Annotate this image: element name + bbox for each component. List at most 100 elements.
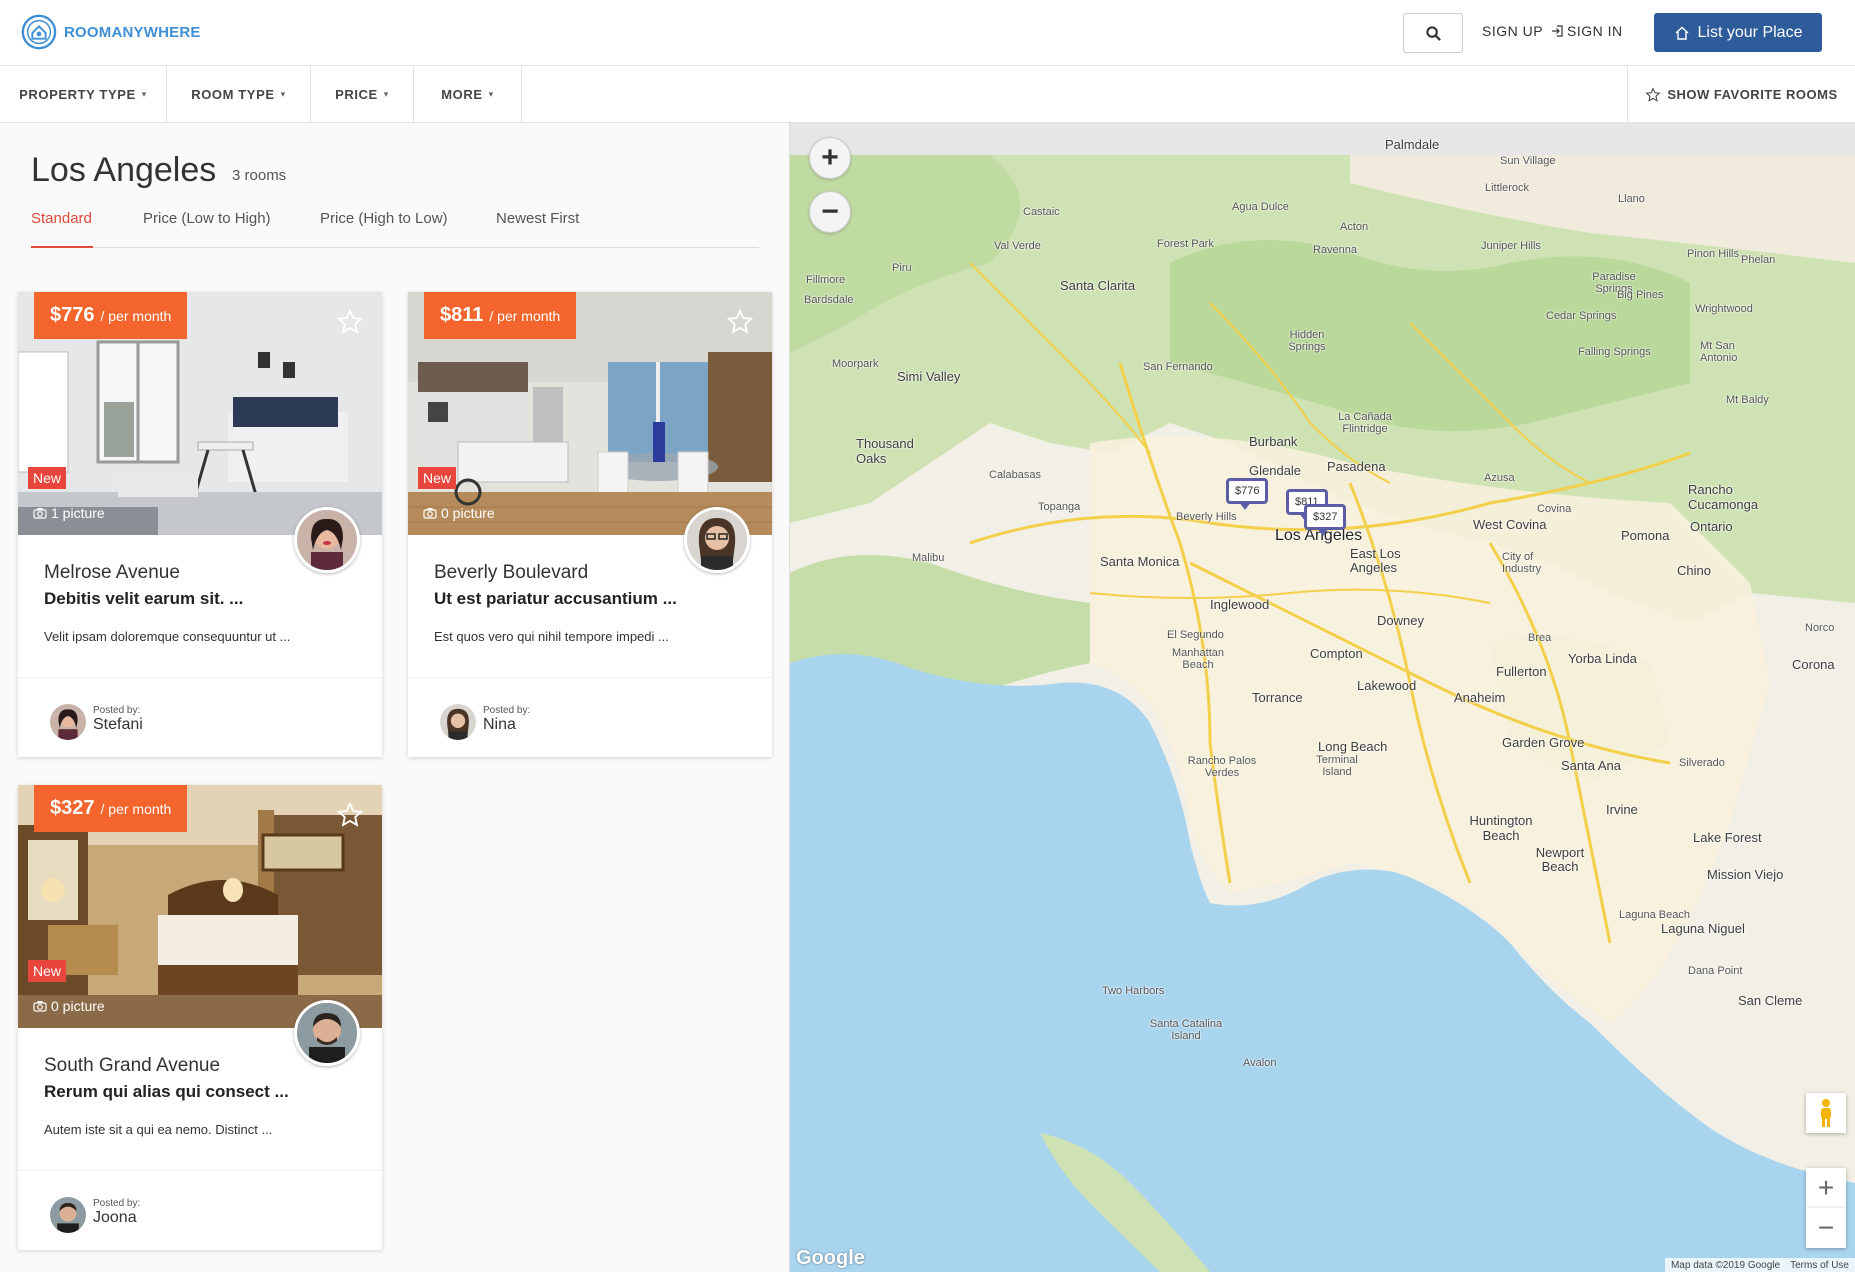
signin-icon [1552, 25, 1563, 37]
map-zoom-out-button[interactable]: − [1806, 1208, 1846, 1248]
map-label: Hidden Springs [1288, 329, 1326, 353]
map-label: Wrightwood [1695, 303, 1753, 315]
poster-avatar [50, 704, 86, 740]
room-street[interactable]: South Grand Avenue [44, 1055, 220, 1077]
show-favorite-rooms-button[interactable]: SHOW FAVORITE ROOMS [1627, 66, 1855, 123]
room-headline: Rerum qui alias qui consect ... [44, 1082, 289, 1101]
map-label: Azusa [1484, 472, 1515, 484]
room-card[interactable]: $776 / per month New 1 picture Melrose A… [18, 292, 382, 757]
room-description: Autem iste sit a qui ea nemo. Distinct .… [44, 1122, 273, 1137]
map-data-credit: Map data ©2019 Google [1670, 1259, 1781, 1271]
map-label: Juniper Hills [1481, 240, 1541, 252]
picture-count: 1 picture [33, 505, 105, 521]
map-label: San Cleme [1738, 993, 1803, 1008]
search-icon [1425, 25, 1441, 41]
camera-icon [33, 508, 47, 519]
map-label: Falling Springs [1578, 346, 1651, 358]
filter-price[interactable]: PRICE ▾ [311, 66, 414, 123]
tab-newest-first[interactable]: Newest First [496, 208, 579, 248]
map-label: El Segundo [1167, 629, 1224, 641]
sort-tabs: Standard Price (Low to High) Price (High… [31, 208, 759, 248]
tab-price-high-low[interactable]: Price (High to Low) [320, 208, 448, 248]
signup-link[interactable]: SIGN UP [1482, 23, 1543, 39]
filter-room-type[interactable]: ROOM TYPE ▾ [167, 66, 311, 123]
room-photo[interactable]: $776 / per month New 1 picture [18, 292, 382, 535]
room-card[interactable]: $811 / per month New 0 picture Beverly B… [408, 292, 772, 757]
map-label: San Fernando [1143, 361, 1213, 373]
signin-link[interactable]: SIGN IN [1551, 23, 1623, 39]
map-label: Sun Village [1500, 155, 1556, 167]
map-label: Pinon Hills [1687, 248, 1739, 260]
chevron-down-icon: ▾ [383, 89, 389, 99]
map-label: Littlerock [1485, 182, 1530, 194]
room-photo[interactable]: $811 / per month New 0 picture [408, 292, 772, 535]
map-label: Beverly Hills [1176, 511, 1237, 523]
filter-label: ROOM TYPE [191, 87, 275, 102]
room-card[interactable]: $327 / per month New 0 picture South Gra… [18, 785, 382, 1250]
map-price-marker[interactable]: $327 [1304, 504, 1347, 536]
picture-count-label: 0 picture [51, 998, 105, 1014]
host-avatar[interactable] [684, 507, 750, 573]
map-price-marker[interactable]: $776 [1226, 478, 1269, 510]
favorite-star-icon[interactable] [336, 801, 364, 829]
card-divider [18, 677, 382, 678]
room-headline: Ut est pariatur accusantium ... [434, 589, 677, 608]
home-icon [1675, 26, 1689, 40]
map-label: Norco [1805, 622, 1835, 634]
favorite-star-icon[interactable] [336, 308, 364, 336]
street-view-pegman[interactable] [1806, 1093, 1846, 1133]
room-photo[interactable]: $327 / per month New 0 picture [18, 785, 382, 1028]
map-label: Bardsdale [804, 294, 854, 306]
map-label: Calabasas [989, 469, 1041, 481]
map-label: Silverado [1679, 757, 1725, 769]
map-label: Val Verde [994, 240, 1041, 252]
tab-standard[interactable]: Standard [31, 208, 93, 248]
map-label: Agua Dulce [1232, 201, 1289, 213]
terms-of-use-link[interactable]: Terms of Use [1790, 1260, 1849, 1271]
map-label: Brea [1528, 632, 1552, 644]
map-label: Long Beach [1318, 739, 1388, 754]
tab-price-low-high[interactable]: Price (Low to High) [143, 208, 271, 248]
price-tag: $776 / per month [34, 292, 188, 339]
map-zoom-in-button[interactable]: + [1806, 1168, 1846, 1208]
price-amount: $776 [50, 304, 95, 326]
map-label: La Cañada Flintridge [1338, 411, 1392, 435]
zoom-in-button[interactable]: + [809, 137, 851, 179]
map-view[interactable]: + − Palmdale Sun Village Littlerock Llan… [790, 123, 1855, 1272]
host-avatar[interactable] [294, 1000, 360, 1066]
map-label: Moorpark [832, 358, 879, 370]
filter-label: PRICE [335, 87, 378, 102]
zoom-out-button[interactable]: − [809, 191, 851, 233]
map-label: Inglewood [1210, 597, 1270, 612]
picture-count-label: 1 picture [51, 505, 105, 521]
filter-more[interactable]: MORE ▾ [414, 66, 522, 123]
map-label: Laguna Beach [1619, 909, 1690, 921]
room-street[interactable]: Melrose Avenue [44, 562, 180, 584]
price-period: / per month [489, 307, 561, 324]
map-label: Santa Ana [1561, 758, 1621, 773]
map-label: Yorba Linda [1568, 651, 1637, 666]
map-label: East Los Angeles [1350, 546, 1401, 575]
favorite-star-icon[interactable] [726, 308, 754, 336]
room-street[interactable]: Beverly Boulevard [434, 562, 588, 584]
card-divider [18, 1170, 382, 1171]
map-label: Llano [1618, 193, 1645, 205]
map-label: Two Harbors [1102, 985, 1165, 997]
search-button[interactable] [1403, 13, 1463, 53]
google-logo: Google [796, 1247, 865, 1269]
map-label: Avalon [1243, 1057, 1277, 1069]
map-background [790, 123, 1855, 1272]
avatar-image [440, 704, 476, 740]
poster-name: Joona [93, 1209, 137, 1226]
brand-logo[interactable]: ROOMANYWHERE [20, 13, 201, 51]
map-label: Rancho Cucamonga [1688, 482, 1759, 512]
map-label: Corona [1792, 657, 1835, 672]
host-avatar[interactable] [294, 507, 360, 573]
avatar-image [687, 510, 747, 570]
map-label: Santa Catalina Island [1149, 1018, 1223, 1042]
filter-property-type[interactable]: PROPERTY TYPE ▾ [0, 66, 167, 123]
list-your-place-button[interactable]: List your Place [1654, 13, 1822, 52]
avatar-image [297, 1003, 357, 1063]
map-label: Anaheim [1454, 690, 1506, 705]
map-label: Glendale [1249, 463, 1302, 478]
